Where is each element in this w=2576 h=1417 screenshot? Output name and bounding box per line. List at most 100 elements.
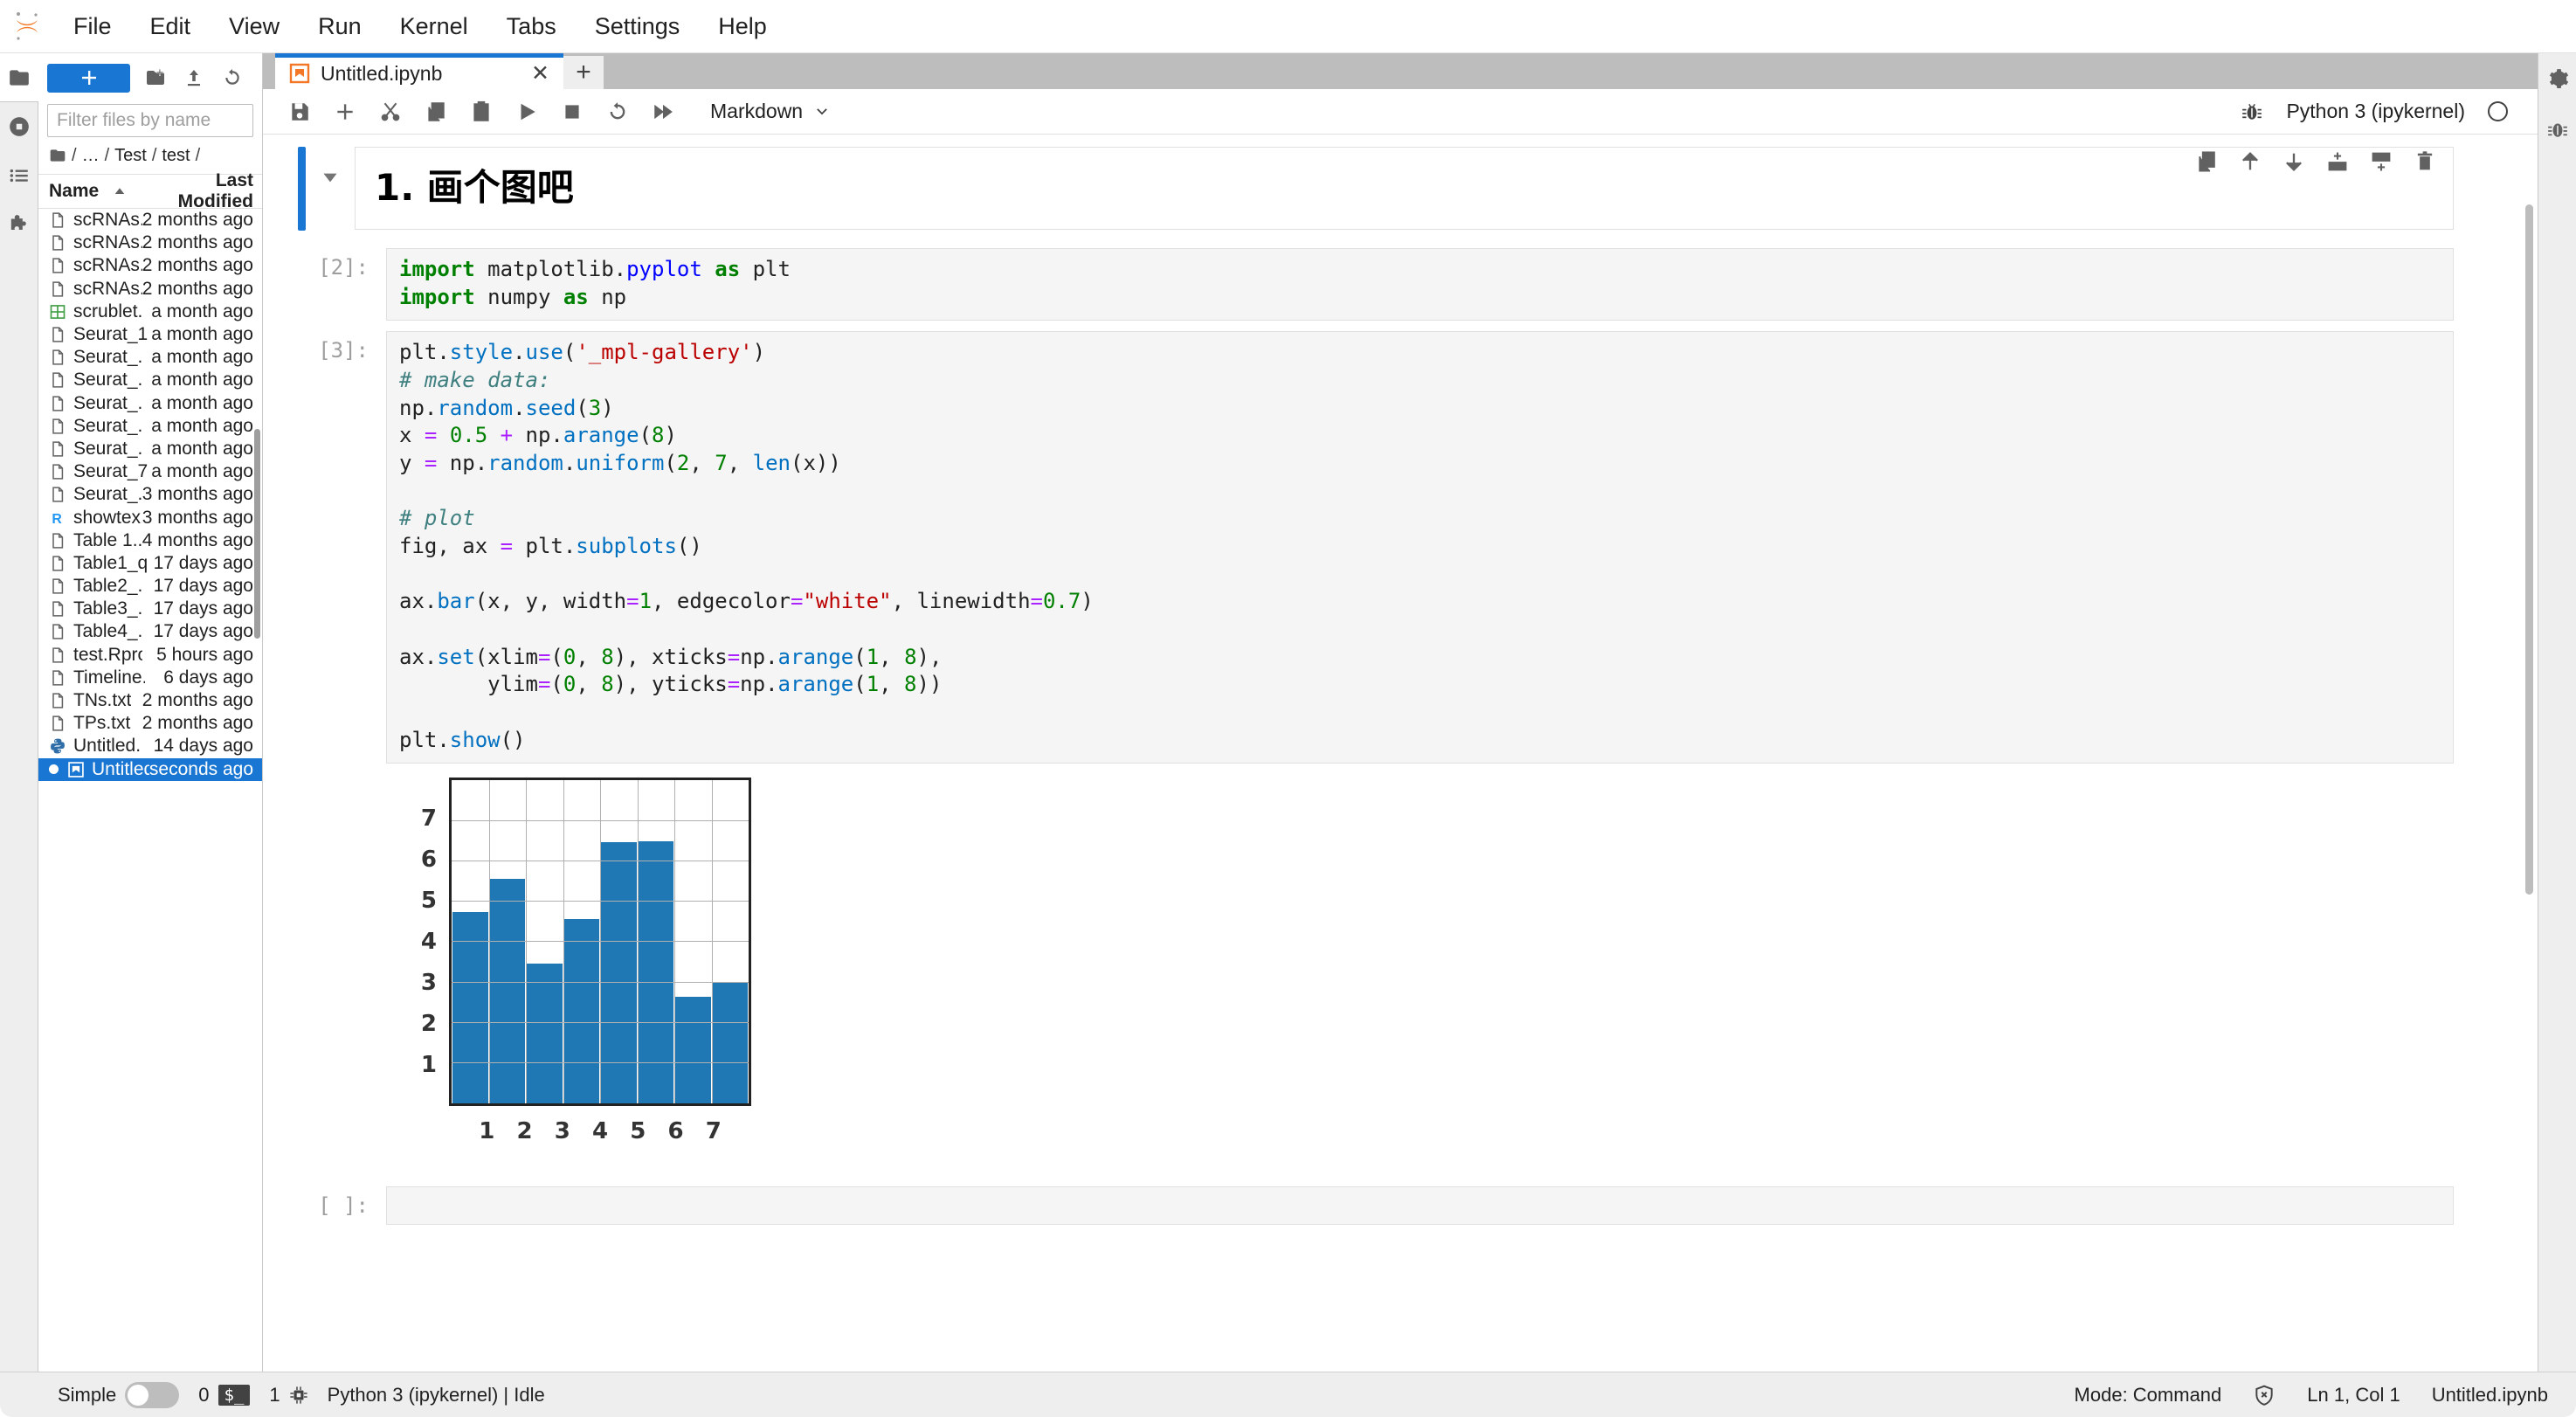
move-cell-up-button[interactable] <box>2235 147 2265 176</box>
file-list-item[interactable]: Seurat_... a month ago <box>38 392 262 415</box>
simple-mode-toggle[interactable]: Simple <box>58 1381 180 1408</box>
menu-item-tabs[interactable]: Tabs <box>487 8 576 45</box>
file-list-item[interactable]: scRNAs...2 months ago <box>38 254 262 277</box>
file-browser-toolbar <box>38 53 262 102</box>
paste-cells-button[interactable] <box>459 92 504 132</box>
bug-icon[interactable] <box>2241 100 2263 123</box>
code-cell-3[interactable]: [ ]: <box>263 1171 2538 1230</box>
sidebar-item-file-browser[interactable] <box>0 53 38 102</box>
file-list-item[interactable]: Untitled... 14 days ago <box>38 735 262 757</box>
file-name-label: Table2_... <box>73 576 143 597</box>
kernels-status[interactable]: 1 <box>269 1384 307 1407</box>
folder-icon[interactable] <box>49 147 66 164</box>
sidebar-item-property-inspector[interactable] <box>2538 53 2576 104</box>
file-list-item[interactable]: scRNAs...2 months ago <box>38 232 262 254</box>
file-list-item[interactable]: Seurat_... a month ago <box>38 438 262 460</box>
breadcrumb-item-test[interactable]: Test <box>114 146 147 166</box>
sidebar-item-extensions[interactable] <box>0 200 38 249</box>
file-list-item[interactable]: Seurat_... a month ago <box>38 415 262 438</box>
cell-collapser[interactable] <box>306 147 355 189</box>
file-list[interactable]: scRNAs...2 months agoscRNAs...2 months a… <box>38 209 262 1372</box>
column-header-last-modified[interactable]: Last Modified <box>140 170 262 212</box>
sidebar-item-debugger[interactable] <box>2538 104 2576 155</box>
terminals-status[interactable]: 0 $_ <box>198 1384 251 1407</box>
file-list-item[interactable]: Table4_... 17 days ago <box>38 620 262 643</box>
new-launcher-button[interactable] <box>47 63 130 93</box>
kernel-name-label[interactable]: Python 3 (ipykernel) <box>2286 100 2465 123</box>
restart-kernel-button[interactable] <box>595 92 640 132</box>
search-input[interactable] <box>57 110 294 131</box>
kernel-status-indicator[interactable] <box>2488 101 2508 121</box>
file-list-item[interactable]: Table3_... 17 days ago <box>38 598 262 620</box>
file-list-item[interactable]: Seurat_7...a month ago <box>38 460 262 483</box>
file-list-item[interactable]: Table2_... 17 days ago <box>38 575 262 598</box>
upload-files-button[interactable] <box>181 65 207 91</box>
menu-item-kernel[interactable]: Kernel <box>381 8 487 45</box>
column-header-name[interactable]: Name <box>38 181 140 202</box>
code-editor-3[interactable] <box>386 1186 2454 1226</box>
file-list-item[interactable]: Seurat_1...a month ago <box>38 323 262 346</box>
breadcrumb-item-test2[interactable]: test <box>162 146 190 166</box>
interrupt-kernel-button[interactable] <box>549 92 595 132</box>
file-list-item[interactable]: TNs.txt 2 months ago <box>38 689 262 712</box>
refresh-file-list-button[interactable] <box>219 65 245 91</box>
file-list-item[interactable]: Untitled....seconds ago <box>38 757 262 781</box>
file-list-scrollbar[interactable] <box>254 429 260 639</box>
status-bar-left: Simple 0 $_ 1 Python 3 (ipykernel) | Idl… <box>16 1381 545 1408</box>
notebook-scroll-area[interactable]: 1. 画个图吧 [2]: import matplotlib.pyplot as… <box>263 135 2538 1372</box>
duplicate-cell-button[interactable] <box>2192 147 2221 176</box>
filter-files-box[interactable] <box>47 104 294 137</box>
file-list-item[interactable]: test.Rproj 5 hours ago <box>38 644 262 667</box>
markdown-rendered-output[interactable]: 1. 画个图吧 <box>355 147 2454 230</box>
code-token: 8 <box>601 672 614 697</box>
code-token: random <box>487 451 563 476</box>
file-list-item[interactable]: Table 1....4 months ago <box>38 529 262 552</box>
delete-cell-button[interactable] <box>2410 147 2440 176</box>
sidebar-item-table-of-contents[interactable] <box>0 151 38 200</box>
menu-item-edit[interactable]: Edit <box>131 8 211 45</box>
breadcrumb-ellipsis[interactable]: … <box>82 146 100 166</box>
file-list-item[interactable]: Table1_q...17 days ago <box>38 552 262 575</box>
code-cell-1[interactable]: [2]: import matplotlib.pyplot as plt imp… <box>263 243 2538 326</box>
restart-and-run-all-button[interactable] <box>640 92 686 132</box>
file-list-item[interactable]: TPs.txt 2 months ago <box>38 712 262 735</box>
toggle-switch[interactable] <box>125 1381 180 1408</box>
code-cell-2[interactable]: [3]: plt.style.use('_mpl-gallery') # mak… <box>263 326 2538 769</box>
file-list-item[interactable]: Seurat_... a month ago <box>38 369 262 391</box>
new-folder-button[interactable] <box>142 65 169 91</box>
cell-type-dropdown[interactable]: Markdown <box>710 100 831 123</box>
kernel-status-text[interactable]: Python 3 (ipykernel) | Idle <box>328 1384 545 1407</box>
breadcrumb-sep-2: / <box>151 145 157 165</box>
code-editor-1[interactable]: import matplotlib.pyplot as plt import n… <box>386 248 2454 321</box>
file-list-item[interactable]: scrublet... a month ago <box>38 301 262 323</box>
menu-item-run[interactable]: Run <box>299 8 381 45</box>
insert-cell-below-button[interactable] <box>2366 147 2396 176</box>
tab-untitled-ipynb[interactable]: Untitled.ipynb ✕ <box>275 53 563 89</box>
new-tab-button[interactable]: + <box>563 56 604 89</box>
run-cell-button[interactable] <box>504 92 549 132</box>
menu-item-file[interactable]: File <box>54 8 131 45</box>
file-list-item[interactable]: Rshowtex...3 months ago <box>38 506 262 529</box>
sidebar-item-running[interactable] <box>0 102 38 151</box>
menu-item-view[interactable]: View <box>210 8 299 45</box>
cut-cells-button[interactable] <box>368 92 413 132</box>
file-list-item[interactable]: Timeline... 6 days ago <box>38 667 262 689</box>
file-list-item[interactable]: Seurat_...3 months ago <box>38 483 262 506</box>
insert-cell-button[interactable] <box>322 92 368 132</box>
insert-cell-above-button[interactable] <box>2323 147 2352 176</box>
close-icon[interactable]: ✕ <box>531 62 549 85</box>
file-list-item[interactable]: Seurat_... a month ago <box>38 346 262 369</box>
copy-cells-button[interactable] <box>413 92 459 132</box>
move-cell-down-button[interactable] <box>2279 147 2309 176</box>
untrusted-shield-icon[interactable] <box>2253 1384 2276 1407</box>
running-indicator <box>49 764 59 775</box>
code-editor-2[interactable]: plt.style.use('_mpl-gallery') # make dat… <box>386 331 2454 764</box>
file-list-item[interactable]: scRNAs...2 months ago <box>38 209 262 232</box>
notebook-scrollbar[interactable] <box>2525 204 2533 895</box>
gridline-vertical <box>600 780 601 1104</box>
file-list-item[interactable]: scRNAs...2 months ago <box>38 278 262 301</box>
markdown-cell[interactable]: 1. 画个图吧 <box>263 135 2538 243</box>
menu-item-settings[interactable]: Settings <box>576 8 700 45</box>
code-token: 0 <box>563 644 577 669</box>
menu-item-help[interactable]: Help <box>699 8 786 45</box>
